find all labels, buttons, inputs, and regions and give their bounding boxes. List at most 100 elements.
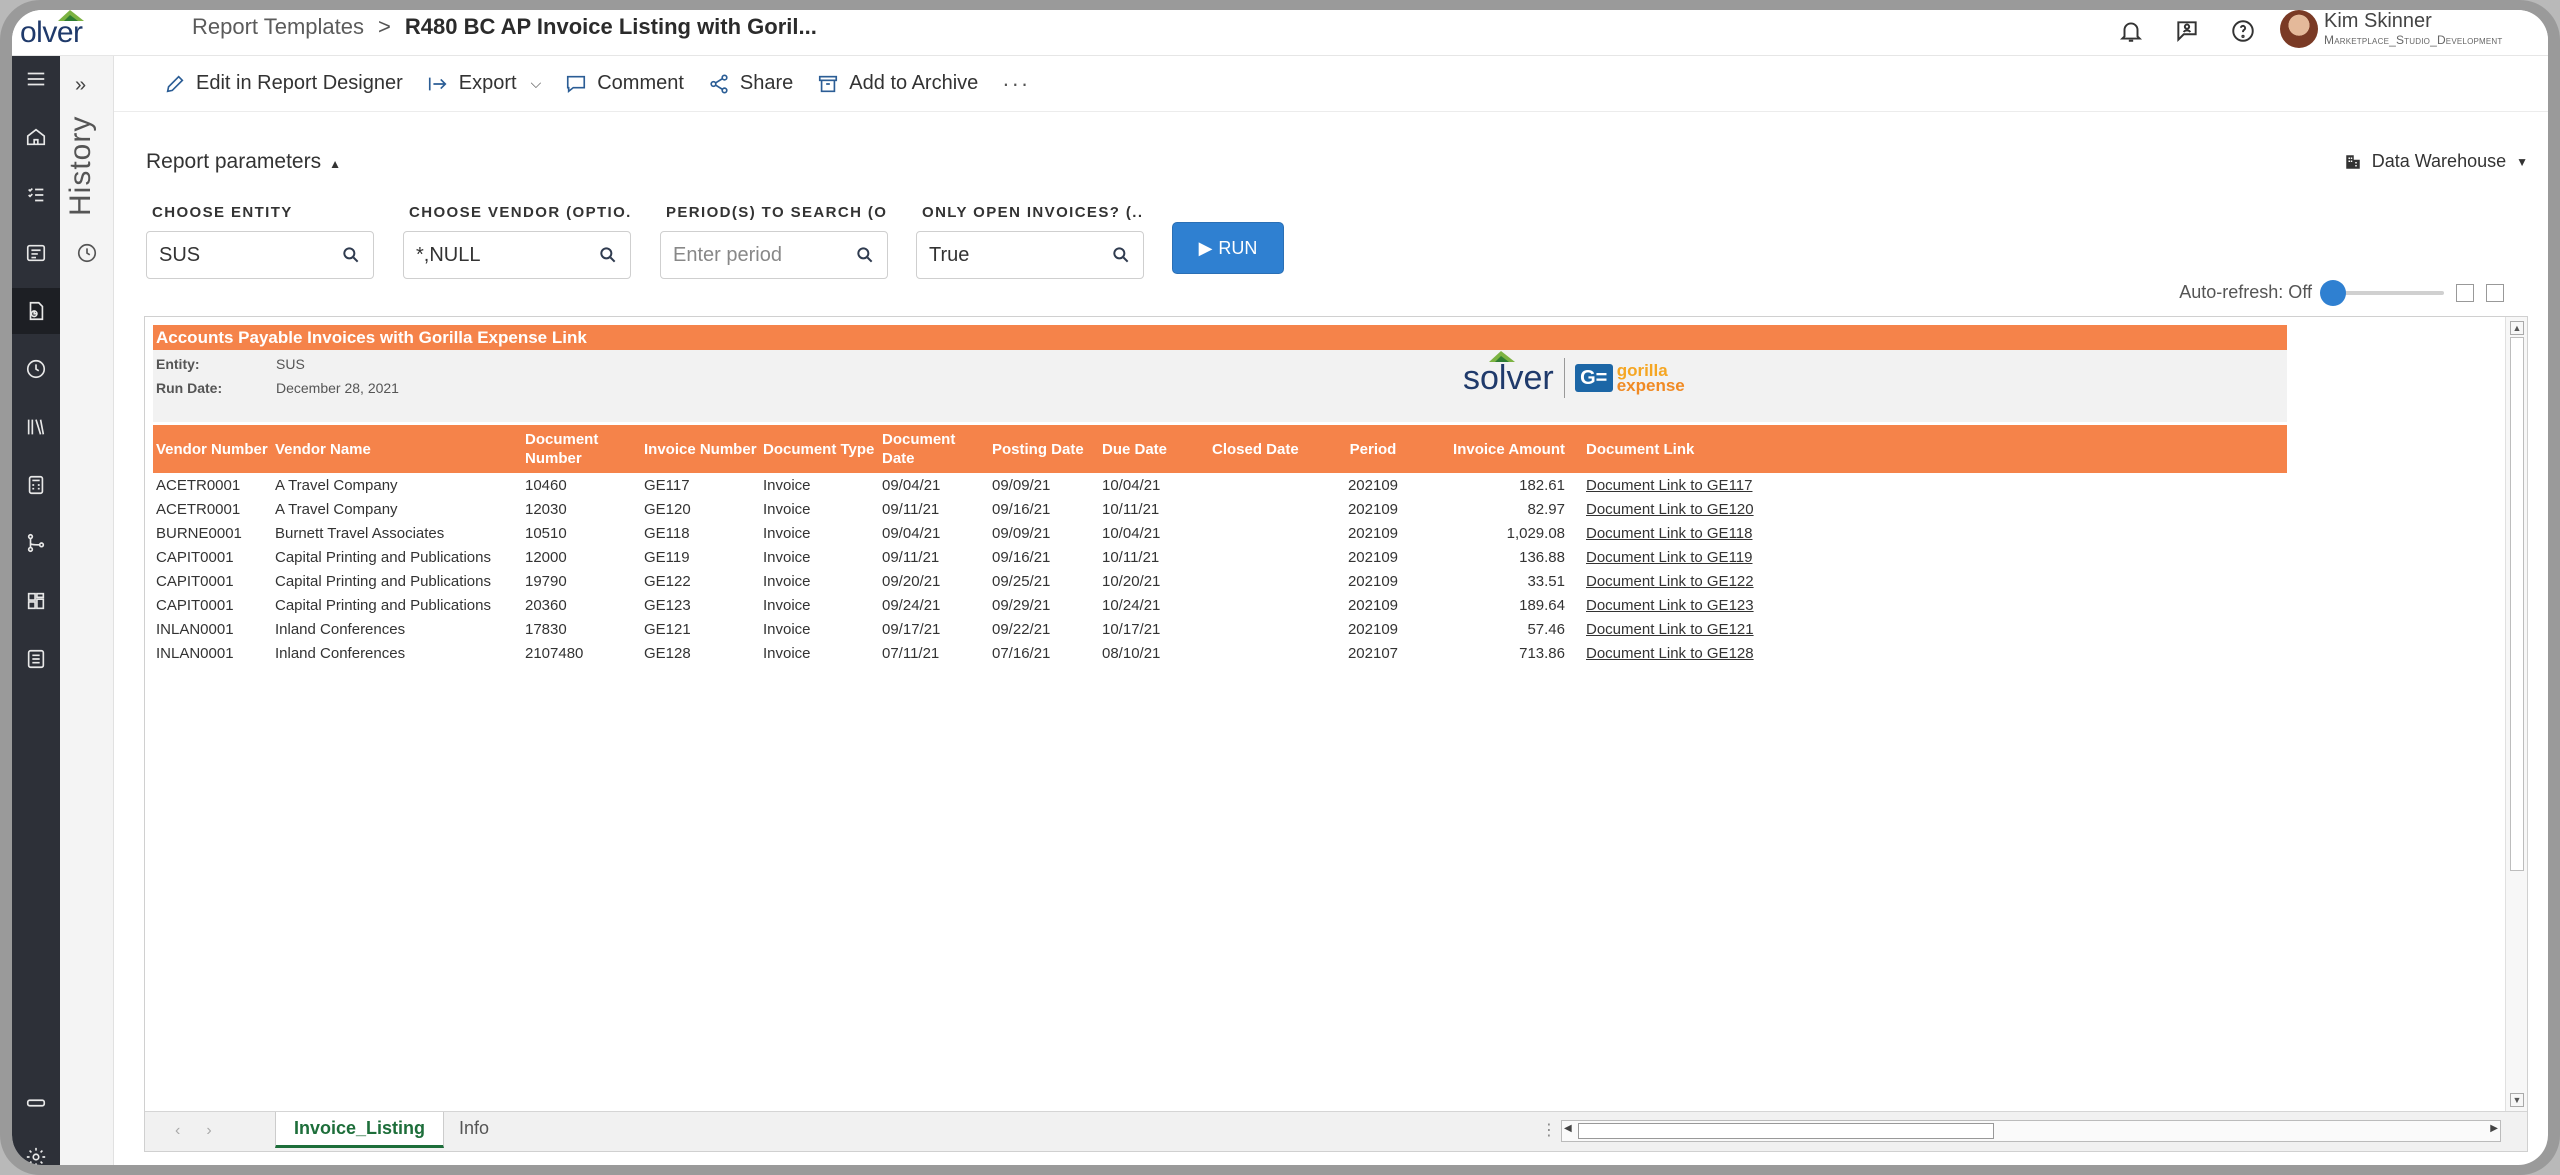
table-cell: 82.97 — [1527, 500, 1565, 518]
breadcrumb-parent[interactable]: Report Templates — [192, 14, 364, 40]
reports-icon[interactable] — [12, 288, 60, 334]
help-icon[interactable] — [2230, 18, 2256, 44]
param-label: PERIOD(S) TO SEARCH (O... — [666, 204, 888, 221]
solver-logo[interactable]: olver — [20, 10, 84, 50]
column-header: Posting Date — [989, 425, 1099, 473]
splitter-grip-icon[interactable]: ⋮ — [1541, 1120, 1557, 1140]
grid-icon[interactable] — [2486, 283, 2504, 302]
table-cell: 09/25/21 — [992, 572, 1051, 590]
document-link[interactable]: Document Link to GE123 — [1586, 597, 1754, 614]
expand-panel-icon[interactable]: » — [75, 74, 86, 97]
home-icon[interactable] — [12, 114, 60, 160]
slider-knob[interactable] — [2320, 279, 2346, 306]
forms-icon[interactable] — [12, 230, 60, 276]
vendor-input[interactable]: *,NULL — [403, 231, 631, 279]
search-icon[interactable] — [341, 245, 361, 265]
table-cell: 136.88 — [1519, 548, 1565, 566]
breadcrumb-separator: > — [378, 14, 391, 39]
gorilla-expense-logo: G= gorilla expense — [1574, 362, 1685, 394]
tab-nav-arrows[interactable]: ‹› — [175, 1122, 238, 1140]
more-actions-button[interactable]: ··· — [1002, 71, 1030, 97]
table-cell: 202109 — [1347, 572, 1399, 590]
table-cell: 202109 — [1347, 620, 1399, 638]
settings-gear-icon[interactable] — [12, 1134, 60, 1165]
document-link[interactable]: Document Link to GE122 — [1586, 573, 1754, 590]
table-cell: 09/04/21 — [882, 476, 941, 494]
tab-info[interactable]: Info — [441, 1112, 507, 1148]
vertical-scrollbar[interactable]: ▲ ▼ — [2505, 317, 2527, 1111]
search-icon[interactable] — [598, 245, 618, 265]
breadcrumb: Report Templates > R480 BC AP Invoice Li… — [192, 14, 817, 40]
h-scroll-thumb[interactable] — [1578, 1123, 1994, 1139]
table-cell — [1209, 641, 1319, 665]
calculator-icon[interactable] — [12, 462, 60, 508]
dashboard-icon[interactable] — [12, 578, 60, 624]
add-to-archive-button[interactable]: Add to Archive — [817, 72, 978, 95]
search-icon[interactable] — [1111, 245, 1131, 265]
document-link[interactable]: Document Link to GE118 — [1586, 525, 1752, 542]
table-cell: 182.61 — [1519, 476, 1565, 494]
table-cell — [1209, 497, 1319, 521]
document-link[interactable]: Document Link to GE128 — [1586, 645, 1754, 662]
table-cell: GE123 — [644, 596, 691, 614]
scroll-down-icon[interactable]: ▼ — [2510, 1093, 2524, 1107]
bell-icon[interactable] — [2118, 18, 2144, 44]
history-clock-icon[interactable] — [76, 242, 98, 264]
table-cell: 202107 — [1347, 644, 1399, 662]
table-row: ACETR0001 A Travel Company 10460 GE117 Invoi… — [153, 473, 2287, 497]
period-placeholder: Enter period — [673, 243, 782, 266]
device-icon[interactable] — [12, 1080, 60, 1126]
auto-refresh: Auto-refresh: Off — [2179, 279, 2504, 306]
scroll-up-icon[interactable]: ▲ — [2510, 321, 2524, 335]
run-button[interactable]: ▶ RUN — [1172, 222, 1284, 274]
vendor-value: *,NULL — [416, 243, 481, 266]
device-frame: olver Report Templates > R480 BC AP Invo… — [0, 0, 2560, 1175]
task-list-icon[interactable] — [12, 172, 60, 218]
history-label[interactable]: History — [64, 116, 98, 216]
scroll-right-icon[interactable]: ▶ — [2490, 1123, 2498, 1134]
table-cell: 202109 — [1347, 524, 1399, 542]
workflow-icon[interactable] — [12, 520, 60, 566]
table-row: CAPIT0001 Capital Printing and Publicatio… — [153, 545, 2287, 569]
period-input[interactable]: Enter period — [660, 231, 888, 279]
edit-in-designer-button[interactable]: Edit in Report Designer — [164, 72, 403, 95]
scroll-left-icon[interactable]: ◀ — [1564, 1123, 1572, 1134]
history-clock-icon[interactable] — [12, 346, 60, 392]
table-cell: 33.51 — [1527, 572, 1565, 590]
edit-label: Edit in Report Designer — [196, 72, 403, 94]
avatar[interactable] — [2280, 10, 2318, 48]
document-link[interactable]: Document Link to GE121 — [1586, 621, 1754, 638]
export-button[interactable]: Export ⌵ — [427, 72, 541, 95]
horizontal-scrollbar[interactable]: ◀ ▶ — [1561, 1120, 2501, 1142]
document-link[interactable]: Document Link to GE117 — [1586, 477, 1752, 494]
user-info[interactable]: Kim Skinner Marketplace_Studio_Developme… — [2324, 10, 2534, 47]
expand-icon[interactable] — [2456, 283, 2474, 302]
comment-button[interactable]: Comment — [565, 72, 684, 95]
feedback-icon[interactable] — [2174, 18, 2200, 44]
table-cell: A Travel Company — [275, 476, 398, 494]
chevron-down-icon: ▼ — [2516, 154, 2528, 169]
tab-invoice-listing[interactable]: Invoice_Listing — [275, 1112, 445, 1148]
entity-value: SUS — [159, 243, 201, 266]
document-link[interactable]: Document Link to GE120 — [1586, 501, 1754, 518]
scroll-thumb[interactable] — [2510, 337, 2524, 871]
table-header-row: Vendor Number Vendor Name Document Number I… — [153, 425, 2287, 473]
report-parameters-toggle[interactable]: Report parameters ▲ — [146, 150, 341, 174]
open-invoices-input[interactable]: True — [916, 231, 1144, 279]
table-cell: 202109 — [1347, 596, 1399, 614]
table-cell: Invoice — [763, 620, 811, 638]
data-sheet-icon[interactable] — [12, 636, 60, 682]
param-entity: CHOOSE ENTITY SUS — [146, 204, 374, 279]
data-source-selector[interactable]: Data Warehouse ▼ — [2344, 151, 2528, 172]
table-cell: Capital Printing and Publications — [275, 572, 491, 590]
run-date-row: Run Date: December 28, 2021 — [156, 380, 399, 396]
share-button[interactable]: Share — [708, 72, 793, 95]
search-icon[interactable] — [855, 245, 875, 265]
document-link[interactable]: Document Link to GE119 — [1586, 549, 1752, 566]
entity-input[interactable]: SUS — [146, 231, 374, 279]
report-content: Accounts Payable Invoices with Gorilla E… — [153, 325, 2287, 665]
menu-icon[interactable] — [12, 56, 60, 102]
auto-refresh-slider[interactable] — [2320, 279, 2444, 306]
table-cell — [1209, 617, 1319, 641]
library-icon[interactable] — [12, 404, 60, 450]
